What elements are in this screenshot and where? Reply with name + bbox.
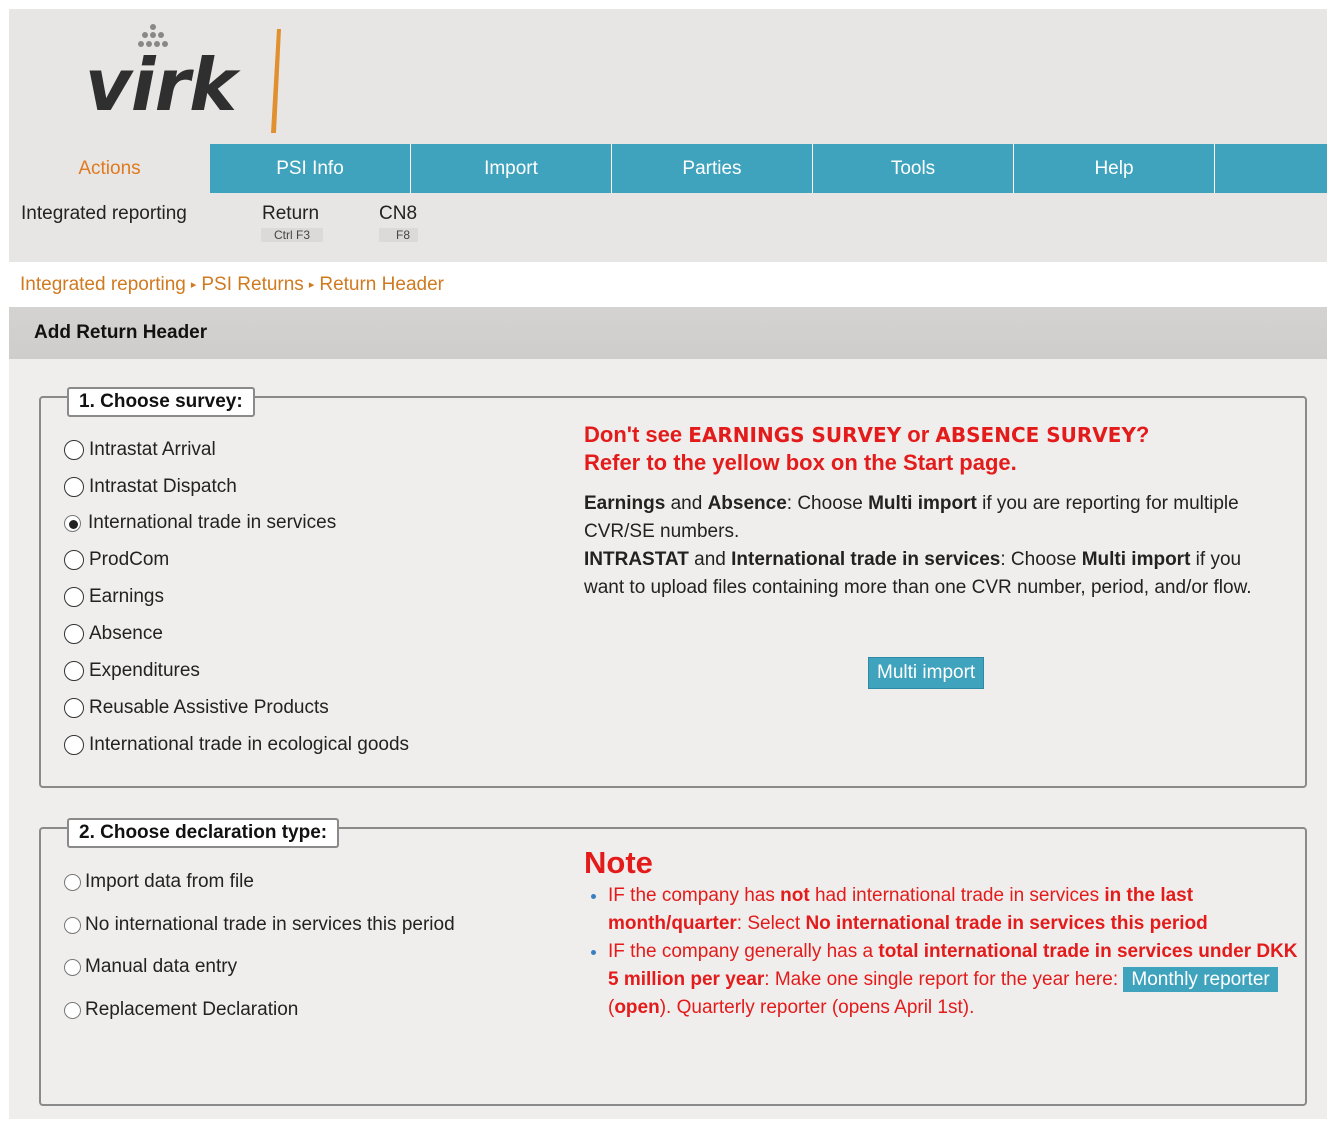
- radio-button[interactable]: [64, 916, 81, 934]
- note-bold: open: [614, 997, 660, 1018]
- survey-option-absence[interactable]: Absence: [64, 623, 163, 645]
- survey-option-intrastat-arrival[interactable]: Intrastat Arrival: [64, 439, 216, 461]
- declaration-option-import-file[interactable]: Import data from file: [64, 871, 254, 893]
- survey-option-intrastat-dispatch[interactable]: Intrastat Dispatch: [64, 476, 237, 498]
- survey-option-expenditures[interactable]: Expenditures: [64, 660, 200, 682]
- note-list: IF the company has not had international…: [584, 882, 1298, 1022]
- note-text: : Make one single report for the year he…: [764, 969, 1124, 990]
- tab-import[interactable]: Import: [411, 144, 612, 193]
- note-text: had international trade in services: [809, 885, 1105, 906]
- warning-line-2: Refer to the yellow box on the Start pag…: [584, 450, 1017, 475]
- declaration-option-replacement[interactable]: Replacement Declaration: [64, 999, 298, 1021]
- radio-button[interactable]: [64, 735, 84, 755]
- logo-slash-icon: [271, 29, 281, 133]
- warning-text: ?: [1135, 422, 1150, 447]
- option-label: International trade in ecological goods: [89, 734, 410, 755]
- breadcrumb-psi-returns[interactable]: PSI Returns: [201, 274, 303, 296]
- declaration-option-manual-entry[interactable]: Manual data entry: [64, 956, 237, 978]
- survey-option-reusable-assistive-products[interactable]: Reusable Assistive Products: [64, 697, 329, 719]
- radio-button[interactable]: [64, 698, 84, 718]
- survey-option-prodcom[interactable]: ProdCom: [64, 549, 169, 571]
- note-title: Note: [584, 845, 653, 880]
- warning-absence-survey: ABSENCE SURVEY: [935, 423, 1136, 447]
- tab-actions[interactable]: Actions: [9, 144, 210, 193]
- declaration-legend: 2. Choose declaration type:: [67, 818, 340, 848]
- cn8-shortcut-hint: F8: [379, 228, 419, 242]
- option-label: ProdCom: [89, 549, 170, 570]
- subnav-cn8[interactable]: CN8: [379, 203, 417, 225]
- radio-button[interactable]: [64, 624, 84, 644]
- warning-earnings-survey: EARNINGS SURVEY: [688, 423, 902, 447]
- option-label: Import data from file: [85, 871, 254, 892]
- info-text: and: [688, 549, 732, 570]
- note-text: IF the company has: [608, 885, 781, 906]
- option-label: International trade in services: [88, 512, 337, 533]
- survey-warning: Don't see EARNINGS SURVEY or ABSENCE SUR…: [584, 421, 1149, 477]
- warning-text: or: [901, 422, 936, 447]
- survey-legend: 1. Choose survey:: [67, 387, 255, 417]
- info-text: : Choose: [1000, 549, 1082, 570]
- breadcrumb: Integrated reporting ▸ PSI Returns ▸ Ret…: [9, 262, 1327, 307]
- radio-button[interactable]: [64, 477, 84, 497]
- survey-option-international-trade-in-services[interactable]: International trade in services: [64, 512, 336, 534]
- return-shortcut-hint: Ctrl F3: [261, 228, 323, 242]
- radio-button[interactable]: [64, 587, 84, 607]
- main-nav: Actions PSI Info Import Parties Tools He…: [9, 144, 1327, 193]
- info-bold: INTRASTAT: [584, 549, 689, 570]
- info-text: and: [665, 493, 708, 514]
- sub-nav: Integrated reporting Return CN8 Ctrl F3 …: [9, 193, 1327, 262]
- note-text: ). Quarterly reporter (opens April 1st).: [659, 997, 975, 1018]
- tab-parties[interactable]: Parties: [612, 144, 813, 193]
- note-bold: not: [780, 885, 810, 906]
- option-label: Earnings: [89, 586, 164, 607]
- option-label: No international trade in services this …: [85, 914, 455, 935]
- option-label: Absence: [89, 623, 163, 644]
- info-bold: Absence: [707, 493, 787, 514]
- declaration-option-no-trade[interactable]: No international trade in services this …: [64, 914, 455, 936]
- option-label: Manual data entry: [85, 956, 238, 977]
- tab-spacer: [1215, 144, 1327, 193]
- note-bold: No international trade in services this …: [805, 913, 1208, 934]
- radio-button[interactable]: [64, 1001, 81, 1019]
- survey-option-earnings[interactable]: Earnings: [64, 586, 164, 608]
- info-bold: International trade in services: [731, 549, 1001, 570]
- note-item: IF the company generally has a total int…: [608, 938, 1298, 1022]
- info-bold: Multi import: [868, 493, 977, 514]
- breadcrumb-separator-icon: ▸: [190, 279, 197, 291]
- radio-button[interactable]: [64, 873, 81, 891]
- survey-option-international-trade-ecological-goods[interactable]: International trade in ecological goods: [64, 734, 409, 756]
- subnav-return[interactable]: Return: [262, 203, 319, 225]
- subnav-integrated-reporting[interactable]: Integrated reporting: [21, 203, 187, 225]
- option-label: Reusable Assistive Products: [89, 697, 329, 718]
- note-item: IF the company has not had international…: [608, 882, 1298, 938]
- option-label: Expenditures: [89, 660, 200, 681]
- note-text: IF the company generally has a: [608, 941, 879, 962]
- page-title: Add Return Header: [9, 307, 1327, 359]
- option-label: Intrastat Dispatch: [89, 476, 237, 497]
- radio-button[interactable]: [64, 958, 81, 976]
- tab-help[interactable]: Help: [1014, 144, 1215, 193]
- radio-button[interactable]: [64, 661, 84, 681]
- option-label: Intrastat Arrival: [89, 439, 216, 460]
- info-bold: Multi import: [1081, 549, 1191, 570]
- breadcrumb-return-header[interactable]: Return Header: [319, 274, 444, 296]
- logo: virk: [85, 43, 237, 127]
- multi-import-button[interactable]: Multi import: [868, 657, 985, 689]
- note-text: : Select: [736, 913, 806, 934]
- warning-text: Don't see: [584, 422, 689, 447]
- header-logo-band: virk: [9, 9, 1327, 144]
- breadcrumb-integrated-reporting[interactable]: Integrated reporting: [20, 274, 186, 296]
- tab-tools[interactable]: Tools: [813, 144, 1014, 193]
- breadcrumb-separator-icon: ▸: [308, 279, 315, 291]
- info-text: : Choose: [786, 493, 869, 514]
- radio-button-checked[interactable]: [64, 514, 81, 532]
- radio-button[interactable]: [64, 550, 84, 570]
- radio-button[interactable]: [64, 440, 84, 460]
- monthly-reporter-button[interactable]: Monthly reporter: [1123, 967, 1278, 992]
- tab-psi-info[interactable]: PSI Info: [210, 144, 411, 193]
- multi-import-info: Earnings and Absence: Choose Multi impor…: [584, 490, 1264, 602]
- option-label: Replacement Declaration: [85, 999, 299, 1020]
- info-bold: Earnings: [584, 493, 666, 514]
